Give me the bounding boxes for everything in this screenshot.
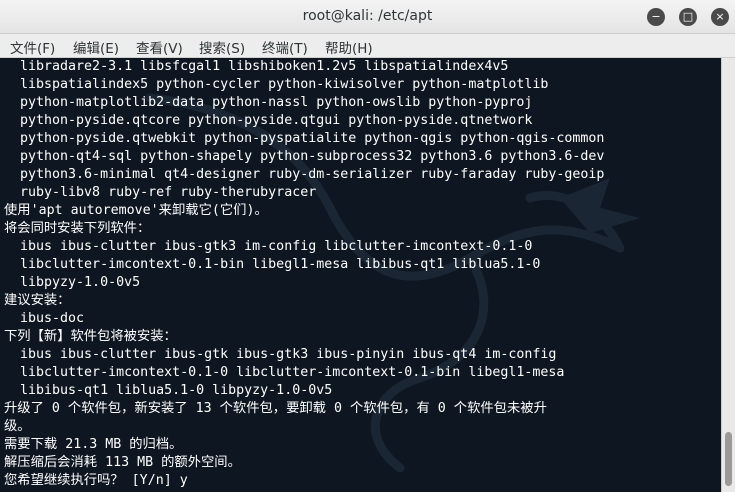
terminal-line: 将会同时安装下列软件： — [4, 221, 151, 236]
menu-view[interactable]: 查看(V) — [136, 37, 183, 57]
title-bar[interactable]: root@kali: /etc/apt − □ × — [0, 0, 735, 34]
menu-file[interactable]: 文件(F) — [10, 37, 55, 57]
terminal-line: python-qt4-sql python-shapely python-sub… — [4, 149, 605, 164]
menu-search[interactable]: 搜索(S) — [199, 37, 245, 57]
terminal-line: 解压缩后会消耗 113 MB 的额外空间。 — [4, 455, 241, 470]
menu-help[interactable]: 帮助(H) — [325, 37, 373, 57]
terminal-prompt-line: 您希望继续执行吗？ [Y/n] y — [4, 473, 188, 488]
terminal-line: 级。 — [4, 419, 31, 434]
terminal-line: 需要下载 21.3 MB 的归档。 — [4, 437, 183, 452]
close-icon[interactable]: × — [711, 8, 729, 26]
terminal-line: python-pyside.qtwebkit python-pyspatiali… — [4, 131, 605, 146]
minimize-icon[interactable]: − — [647, 8, 665, 26]
terminal-line: libibus-qt1 liblua5.1-0 libpyzy-1.0-0v5 — [4, 383, 333, 398]
terminal-line: python-matplotlib2-data python-nassl pyt… — [4, 95, 533, 110]
maximize-icon[interactable]: □ — [679, 8, 697, 26]
terminal-line: python-pyside.qtcore python-pyside.qtgui… — [4, 113, 533, 128]
window-title: root@kali: /etc/apt — [302, 8, 433, 24]
terminal-line: ibus ibus-clutter ibus-gtk ibus-gtk3 ibu… — [4, 347, 557, 362]
terminal-line: 使用'apt autoremove'来卸载它(它们)。 — [4, 203, 268, 218]
menu-edit[interactable]: 编辑(E) — [73, 37, 119, 57]
terminal-line: 建议安装： — [4, 293, 71, 308]
terminal-scrollbar[interactable] — [721, 58, 735, 492]
menu-bar: 文件(F) 编辑(E) 查看(V) 搜索(S) 终端(T) 帮助(H) — [0, 34, 735, 58]
terminal-line: libspatialindex5 python-cycler python-ki… — [4, 77, 549, 92]
scrollbar-thumb[interactable] — [725, 432, 732, 486]
terminal-line: 下列【新】软件包将被安装： — [4, 329, 177, 344]
menu-terminal[interactable]: 终端(T) — [262, 37, 308, 57]
terminal-line: ibus ibus-clutter ibus-gtk3 im-config li… — [4, 239, 533, 254]
terminal-line: 升级了 0 个软件包，新安装了 13 个软件包，要卸载 0 个软件包，有 0 个… — [4, 401, 547, 416]
terminal-line: libpyzy-1.0-0v5 — [4, 275, 141, 290]
terminal-line: libradare2-3.1 libsfcgal1 libshiboken1.2… — [4, 59, 509, 74]
terminal-line: python3.6-minimal qt4-designer ruby-dm-s… — [4, 167, 605, 182]
terminal-output[interactable]: libradare2-3.1 libsfcgal1 libshiboken1.2… — [0, 58, 721, 492]
terminal-line: libclutter-imcontext-0.1-bin libegl1-mes… — [4, 257, 541, 272]
terminal-line: ruby-libv8 ruby-ref ruby-therubyracer — [4, 185, 317, 200]
terminal-line: libclutter-imcontext-0.1-0 libclutter-im… — [4, 365, 565, 380]
terminal-line: ibus-doc — [4, 311, 85, 326]
terminal-window: root@kali: /etc/apt − □ × 文件(F) 编辑(E) 查看… — [0, 0, 735, 492]
